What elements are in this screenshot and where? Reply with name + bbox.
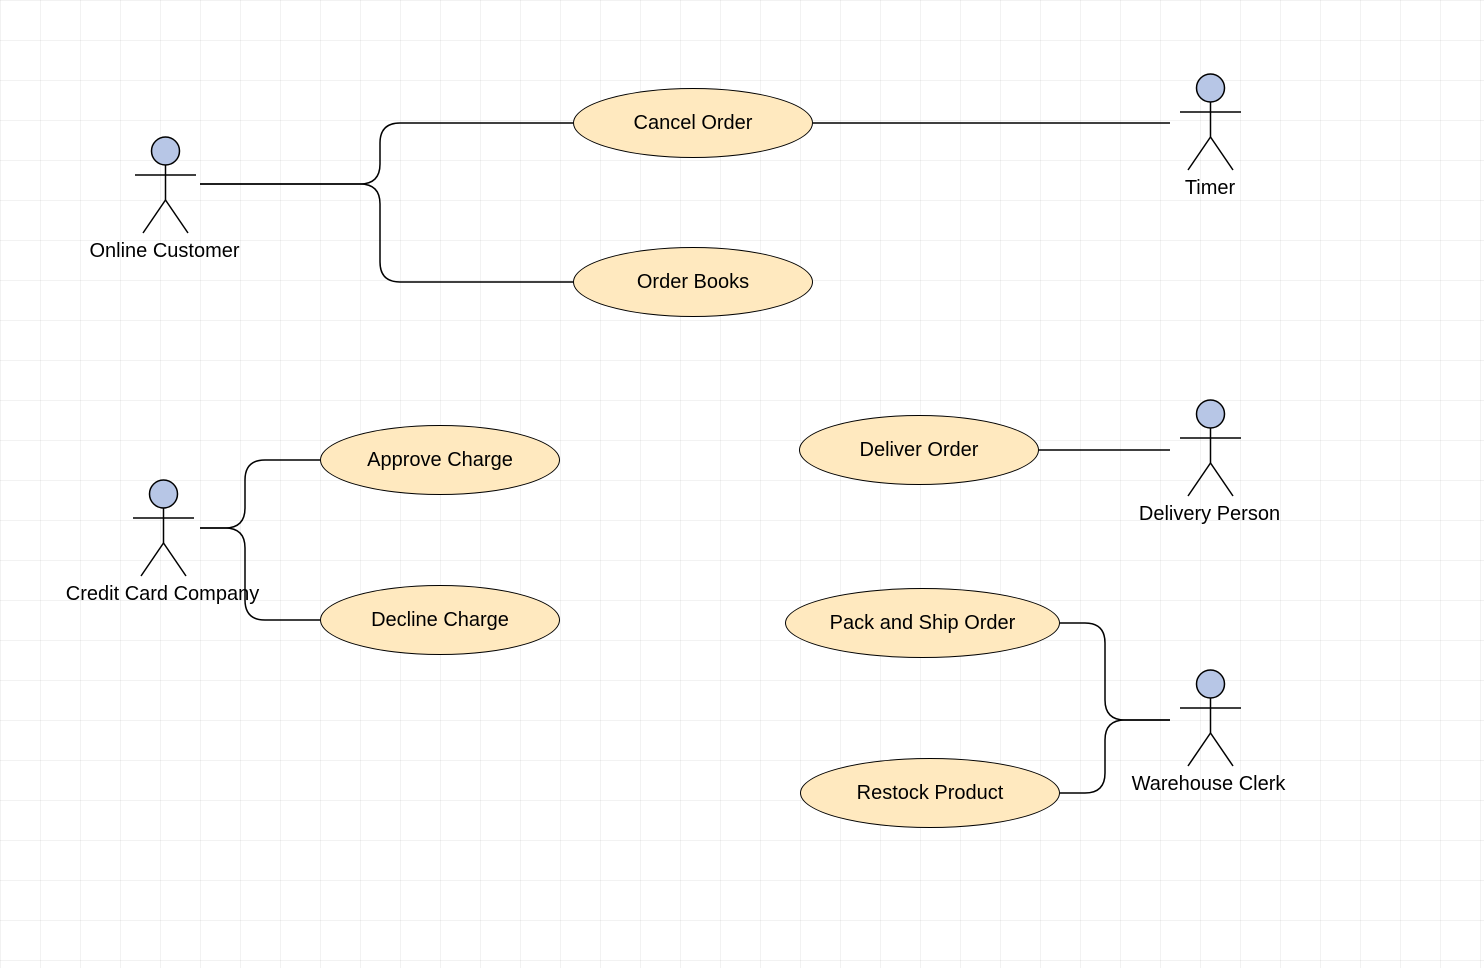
person-icon <box>1173 398 1248 498</box>
usecase-label: Restock Product <box>857 782 1004 805</box>
usecase-label: Deliver Order <box>860 439 979 462</box>
actor-label-warehouse-clerk: Warehouse Clerk <box>1126 773 1291 796</box>
usecase-order-books: Order Books <box>573 247 813 317</box>
actor-credit-card-company <box>123 478 203 578</box>
usecase-label: Order Books <box>637 271 749 294</box>
usecase-decline-charge: Decline Charge <box>320 585 560 655</box>
actor-label-online-customer: Online Customer <box>82 240 247 263</box>
usecase-pack-and-ship-order: Pack and Ship Order <box>785 588 1060 658</box>
usecase-label: Cancel Order <box>634 112 753 135</box>
usecase-cancel-order: Cancel Order <box>573 88 813 158</box>
actor-warehouse-clerk <box>1170 668 1250 768</box>
person-icon <box>128 135 203 235</box>
actor-label-timer: Timer <box>1155 177 1265 200</box>
usecase-restock-product: Restock Product <box>800 758 1060 828</box>
actor-online-customer <box>125 135 205 235</box>
person-icon <box>126 478 201 578</box>
actor-delivery-person <box>1170 398 1250 498</box>
actor-label-delivery-person: Delivery Person <box>1132 503 1287 526</box>
person-icon <box>1173 72 1248 172</box>
usecase-label: Approve Charge <box>367 449 513 472</box>
usecase-approve-charge: Approve Charge <box>320 425 560 495</box>
actor-label-credit-card-company: Credit Card Company <box>55 583 270 606</box>
usecase-label: Pack and Ship Order <box>830 612 1016 635</box>
person-icon <box>1173 668 1248 768</box>
usecase-label: Decline Charge <box>371 609 509 632</box>
usecase-deliver-order: Deliver Order <box>799 415 1039 485</box>
actor-timer <box>1170 72 1250 172</box>
diagram-canvas: Online Customer Timer Credit Card Compan… <box>0 0 1484 968</box>
